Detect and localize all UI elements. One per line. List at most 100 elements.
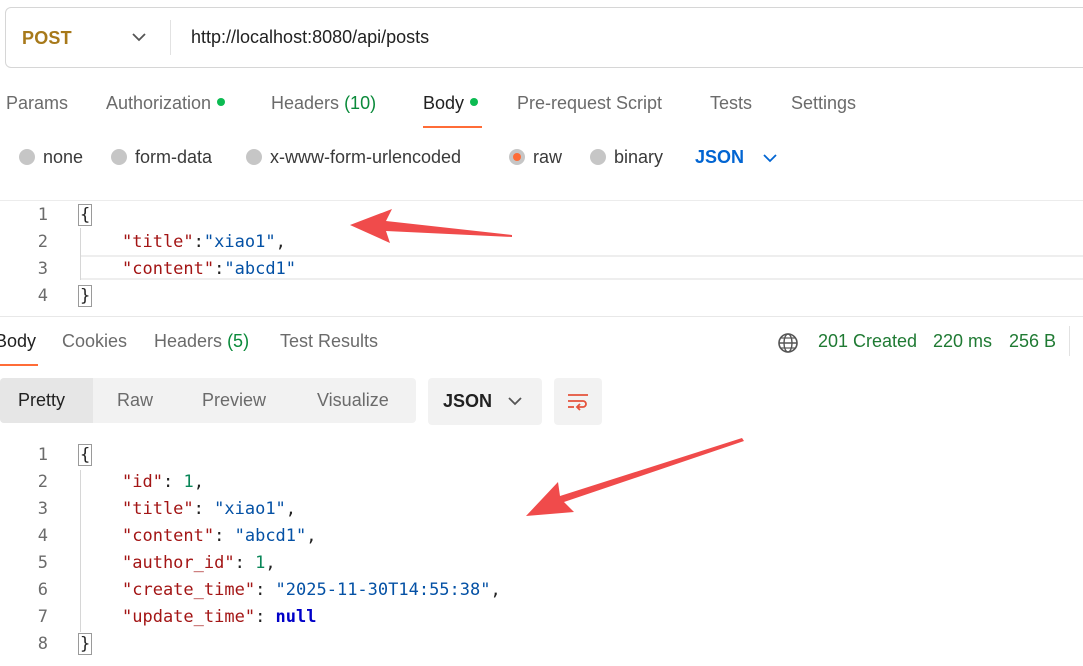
radio-form-data[interactable] (111, 149, 127, 165)
tab-cookies-label: Cookies (62, 331, 128, 351)
radio-raw-label[interactable]: raw (533, 147, 562, 168)
json-key: "author_id" (122, 553, 235, 573)
divider (1069, 326, 1070, 356)
json-key: "content" (122, 259, 215, 279)
line-number: 4 (37, 526, 48, 546)
tab-response-body-label: Body (0, 331, 37, 351)
view-visualize-button[interactable]: Visualize (317, 390, 389, 411)
tab-headers[interactable]: Headers (10) (271, 93, 376, 114)
tab-response-headers-label: Headers (154, 331, 223, 351)
chevron-down-icon[interactable] (762, 152, 778, 164)
line-number: 5 (37, 553, 48, 573)
line-number: 7 (37, 607, 48, 627)
json-key: "create_time" (122, 580, 256, 600)
code-line[interactable]: "title": "xiao1", (122, 499, 296, 519)
code-line[interactable]: "id": 1, (122, 472, 204, 492)
code-line[interactable]: "content":"abcd1" (122, 259, 296, 279)
code-line[interactable]: "author_id": 1, (122, 553, 276, 573)
radio-binary[interactable] (590, 149, 606, 165)
tab-tests-label: Tests (710, 93, 753, 113)
tab-pre-request-script[interactable]: Pre-request Script (517, 93, 662, 114)
active-tab-indicator (423, 126, 482, 128)
tab-body[interactable]: Body (423, 93, 479, 114)
tab-settings-label: Settings (791, 93, 857, 113)
json-key: "title" (122, 499, 194, 519)
radio-urlencoded[interactable] (246, 149, 262, 165)
line-number: 8 (37, 634, 48, 654)
line-number: 6 (37, 580, 48, 600)
json-value: "abcd1" (234, 526, 307, 546)
active-tab-indicator (0, 364, 38, 366)
json-value: "xiao1" (203, 232, 276, 252)
radio-none-label[interactable]: none (43, 147, 83, 168)
tab-test-results[interactable]: Test Results (280, 331, 378, 352)
arrow-icon (350, 209, 512, 243)
json-value: "xiao1" (214, 499, 286, 519)
radio-form-data-label[interactable]: form-data (135, 147, 212, 168)
response-size[interactable]: 256 B (1009, 331, 1056, 352)
json-value: 1 (183, 472, 194, 492)
view-pretty-label[interactable]: Pretty (18, 390, 65, 411)
radio-binary-label[interactable]: binary (614, 147, 663, 168)
response-time[interactable]: 220 ms (933, 331, 992, 352)
line-number: 2 (37, 472, 48, 492)
code-line[interactable]: { (78, 204, 93, 226)
tab-settings[interactable]: Settings (791, 93, 856, 114)
headers-count: (10) (344, 93, 377, 113)
line-number: 2 (37, 232, 48, 252)
brace: { (78, 444, 93, 466)
tab-authorization-label: Authorization (106, 93, 212, 113)
code-line[interactable]: { (78, 444, 93, 466)
status-dot (217, 98, 226, 107)
url-divider (170, 20, 171, 55)
line-number: 1 (37, 445, 48, 465)
tab-cookies[interactable]: Cookies (62, 331, 127, 352)
line-number: 3 (37, 499, 48, 519)
chevron-down-icon[interactable] (507, 395, 523, 407)
radio-none[interactable] (19, 149, 35, 165)
headers-count: (5) (227, 331, 250, 351)
json-value: "abcd1" (224, 259, 297, 279)
tab-params-label: Params (6, 93, 69, 113)
body-format-select[interactable]: JSON (695, 147, 744, 168)
globe-icon[interactable] (777, 332, 799, 354)
line-number: 1 (37, 205, 48, 225)
code-line[interactable]: "update_time": null (122, 607, 317, 627)
view-preview-button[interactable]: Preview (202, 390, 266, 411)
json-key: "content" (122, 526, 215, 546)
status-code[interactable]: 201 Created (818, 331, 917, 352)
response-format-label[interactable]: JSON (443, 391, 492, 412)
arrow-icon (526, 438, 744, 516)
tab-authorization[interactable]: Authorization (106, 93, 226, 114)
code-line[interactable]: } (78, 633, 93, 655)
tab-pre-request-label: Pre-request Script (517, 93, 663, 113)
line-number: 4 (37, 286, 48, 306)
brace: { (78, 204, 93, 226)
chevron-down-icon[interactable] (130, 30, 148, 44)
tab-params[interactable]: Params (6, 93, 68, 114)
divider (0, 200, 1083, 201)
line-number: 3 (37, 259, 48, 279)
json-value: "2025-11-30T14:55:38" (275, 580, 491, 600)
code-line[interactable]: "title":"xiao1", (122, 232, 286, 252)
indent-guide (80, 470, 81, 632)
radio-raw[interactable] (509, 149, 525, 165)
method-select[interactable]: POST (22, 28, 72, 49)
tab-headers-label: Headers (271, 93, 340, 113)
tab-body-label: Body (423, 93, 465, 113)
tab-tests[interactable]: Tests (710, 93, 752, 114)
tab-response-headers[interactable]: Headers (5) (154, 331, 249, 352)
code-line[interactable]: "content": "abcd1", (122, 526, 317, 546)
tab-response-body[interactable]: Body (0, 331, 36, 352)
json-key: "update_time" (122, 607, 256, 627)
brace: } (78, 285, 93, 307)
view-raw-button[interactable]: Raw (117, 390, 153, 411)
radio-urlencoded-label[interactable]: x-www-form-urlencoded (270, 147, 461, 168)
json-key: "title" (122, 232, 194, 252)
code-line[interactable]: } (78, 285, 93, 307)
url-bar (5, 7, 1083, 68)
brace: } (78, 633, 93, 655)
code-line[interactable]: "create_time": "2025-11-30T14:55:38", (122, 580, 501, 600)
wrap-lines-icon[interactable] (566, 389, 590, 413)
url-input[interactable]: http://localhost:8080/api/posts (191, 27, 429, 48)
